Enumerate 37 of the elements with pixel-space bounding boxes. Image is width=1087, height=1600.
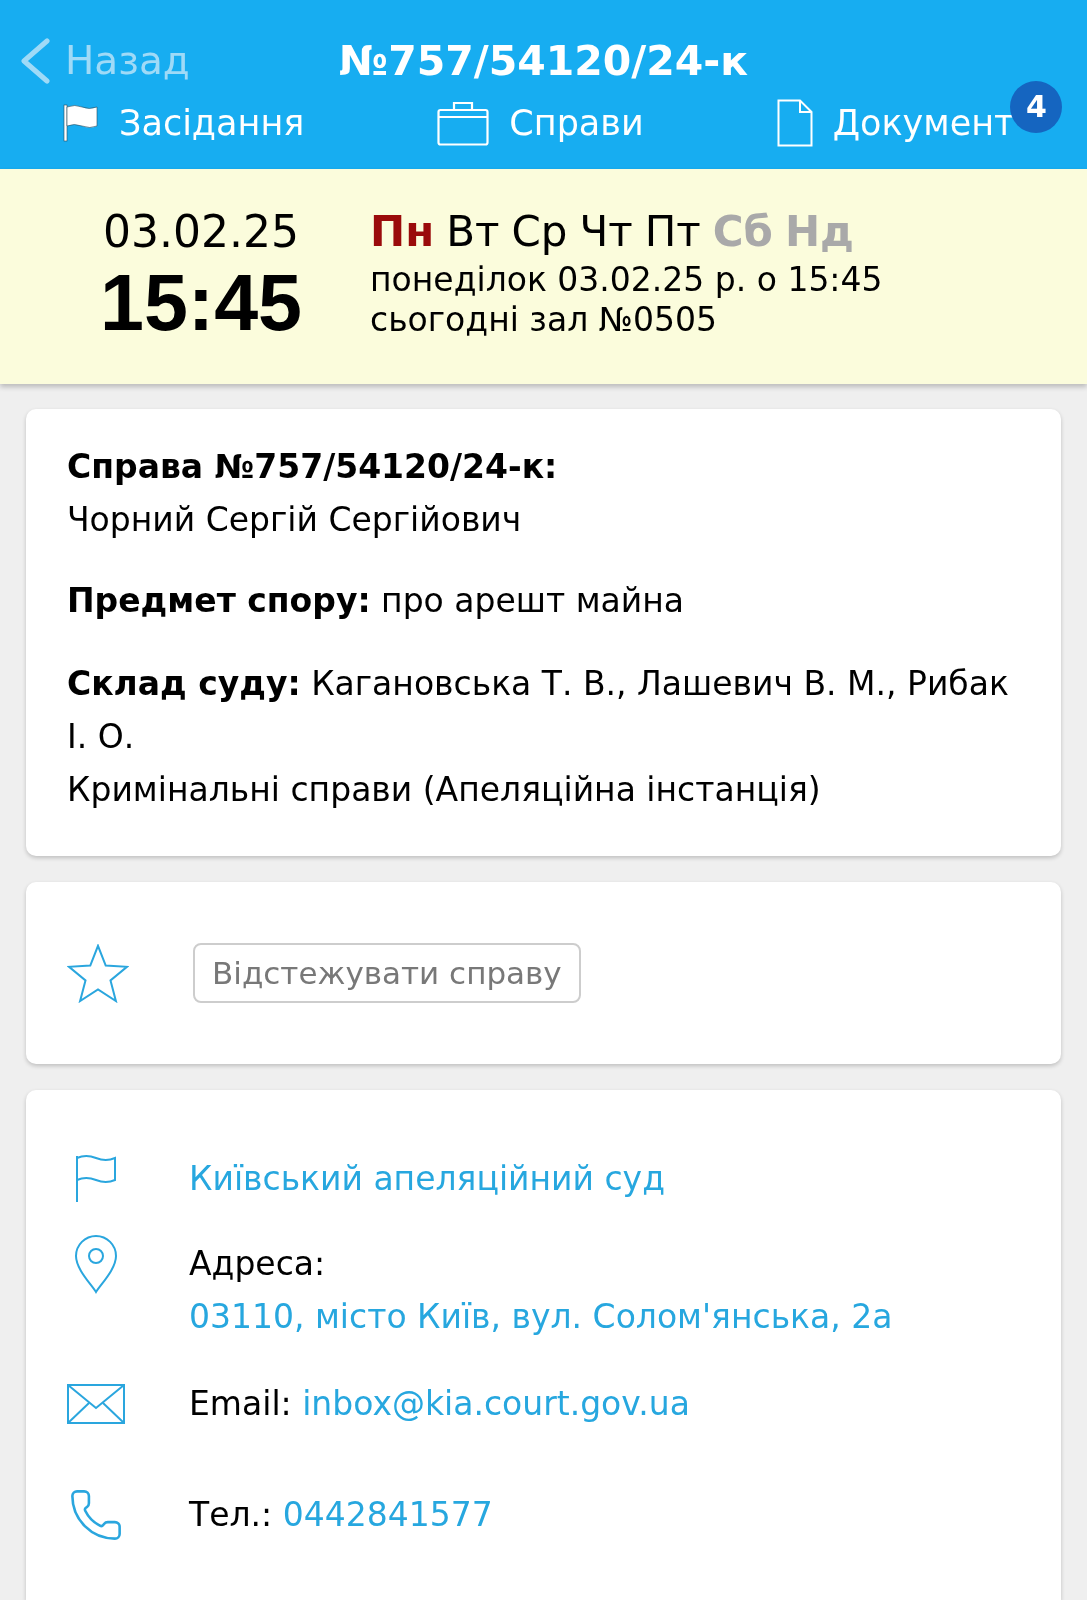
case-number: Справа №757/54120/24-к: (67, 446, 559, 488)
hearing-date: 03.02.25 (103, 206, 299, 258)
phone-icon (70, 1488, 122, 1541)
nav-tab[interactable]: Засідання (63, 98, 305, 148)
hearing-detail: понеділок 03.02.25 р. о 15:45 (370, 260, 883, 300)
star-icon[interactable] (67, 943, 129, 1003)
weekday-label: Нд (784, 206, 854, 258)
envelope-icon (67, 1383, 125, 1424)
track-case-button[interactable]: Відстежувати справу (193, 943, 581, 1003)
flag-icon (75, 1153, 117, 1204)
weekday-label: Чт (579, 206, 633, 258)
location-pin-icon (73, 1233, 119, 1294)
dispute-subject: Предмет спору: про арешт майна (67, 580, 686, 622)
hearing-time: 15:45 (99, 265, 303, 341)
weekday-label: Пт (644, 206, 701, 258)
weekday-label: Вт (446, 206, 500, 258)
briefcase-icon (437, 100, 490, 146)
flag-icon (63, 104, 99, 142)
court-name-link[interactable]: Київський апеляційний суд (189, 1152, 665, 1205)
nav-tab[interactable]: Справи (437, 98, 644, 148)
judges-text: Склад суду: Кагановська Т. В., Лашевич В. М., Рибак І. О. (67, 663, 1010, 758)
case-number-title: №757/54120/24-к (338, 37, 749, 85)
weekday-label: Пн (370, 206, 435, 258)
weekday-label: Ср (511, 206, 568, 258)
party-name: Чорний Сергій Сергійович (67, 499, 523, 541)
address-link[interactable]: 03110, місто Київ, вул. Солом'янська, 2а (189, 1297, 893, 1336)
hearing-detail: сьогодні зал №0505 (370, 300, 718, 340)
phone-label: Тел.: (189, 1495, 273, 1534)
weekday-label: Сб (712, 206, 773, 258)
case-category: Кримінальні справи (Апеляційна інстанція) (67, 769, 822, 811)
email-label: Email: (189, 1384, 292, 1423)
back-chevron-icon (19, 38, 51, 84)
phone-link[interactable]: 0442841577 (282, 1495, 493, 1534)
document-icon (776, 99, 813, 147)
back-button[interactable]: Назад (0, 38, 190, 84)
address-label: Адреса: (189, 1244, 326, 1283)
email-link[interactable]: inbox@kia.court.gov.ua (302, 1384, 690, 1423)
